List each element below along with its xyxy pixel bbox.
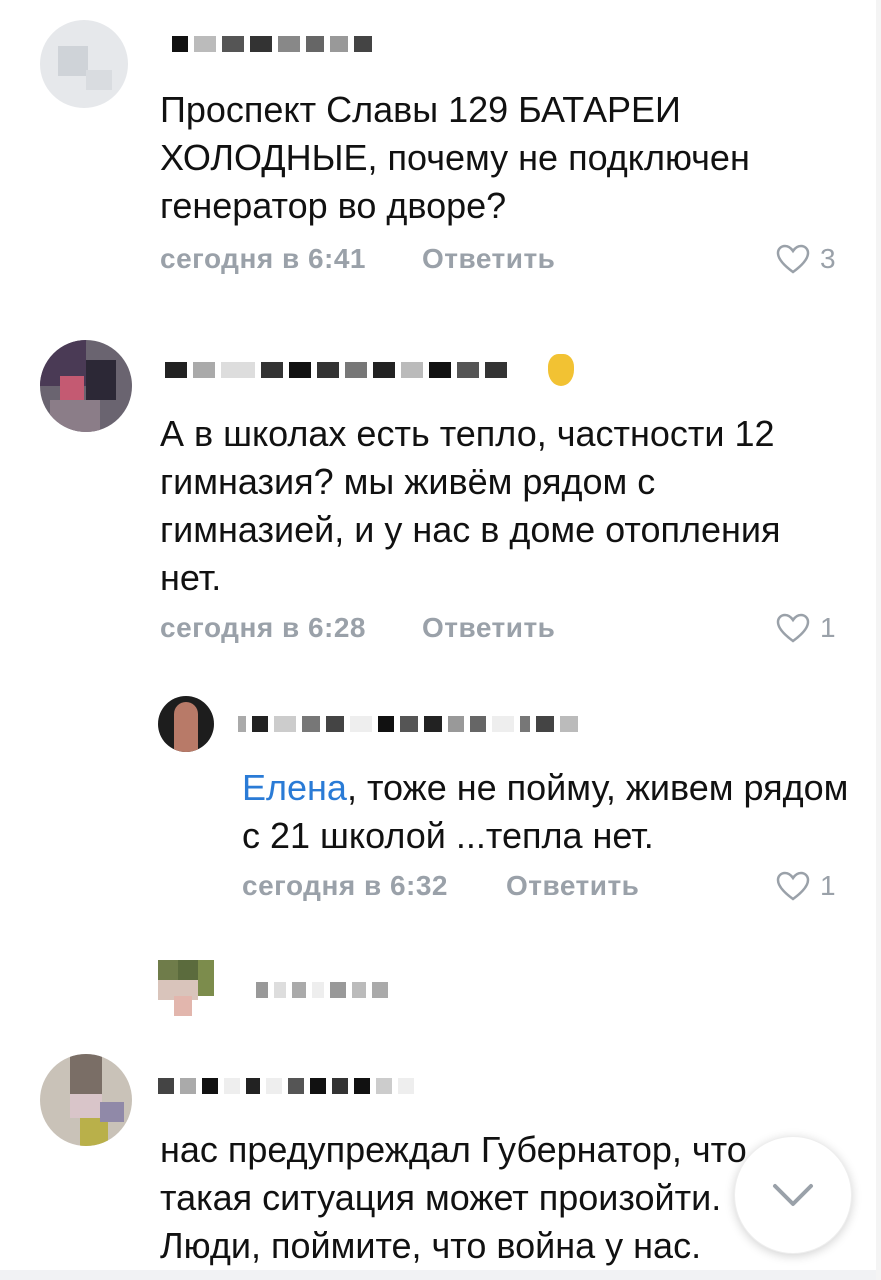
reply-button[interactable]: Ответить [422, 612, 555, 644]
avatar[interactable] [40, 1054, 132, 1146]
avatar[interactable] [158, 696, 214, 752]
pixelated-text [256, 982, 388, 998]
comment-text: Проспект Славы 129 БАТАРЕИ ХОЛОДНЫЕ, поч… [160, 89, 750, 226]
comment-text: нас предупреждал Губернатор, что такая с… [160, 1129, 747, 1266]
scrollbar-track[interactable] [876, 0, 881, 1280]
emoji-icon [548, 354, 574, 386]
like-count: 1 [820, 612, 836, 643]
avatar[interactable] [40, 20, 128, 108]
heart-outline-icon [776, 613, 810, 643]
reply-button[interactable]: Ответить [506, 870, 639, 902]
mention-link[interactable]: Елена [242, 767, 347, 808]
scroll-down-button[interactable] [734, 1136, 852, 1254]
comment-text: Елена, тоже не пойму, живем рядом с 21 ш… [242, 767, 849, 856]
author-name-pixelated[interactable] [158, 1078, 414, 1094]
like-count: 1 [820, 870, 836, 901]
like-button[interactable]: 3 [776, 243, 836, 275]
author-name-pixelated[interactable] [172, 36, 372, 52]
reply-button[interactable]: Ответить [422, 243, 555, 275]
avatar[interactable] [40, 340, 132, 432]
comment-text: А в школах есть тепло, частности 12 гимн… [160, 413, 781, 598]
author-name-pixelated[interactable] [238, 716, 578, 732]
comment-time: сегодня в 6:32 [242, 870, 449, 901]
bottom-divider [0, 1270, 881, 1280]
like-count: 3 [820, 243, 836, 274]
comment-time: сегодня в 6:28 [160, 612, 367, 643]
comment-time: сегодня в 6:41 [160, 243, 367, 274]
heart-outline-icon [776, 244, 810, 274]
heart-outline-icon [776, 871, 810, 901]
like-button[interactable]: 1 [776, 612, 836, 644]
like-button[interactable]: 1 [776, 870, 836, 902]
author-name-pixelated[interactable] [165, 362, 507, 378]
pixelated-content [158, 960, 218, 1016]
chevron-down-icon [773, 1184, 813, 1206]
